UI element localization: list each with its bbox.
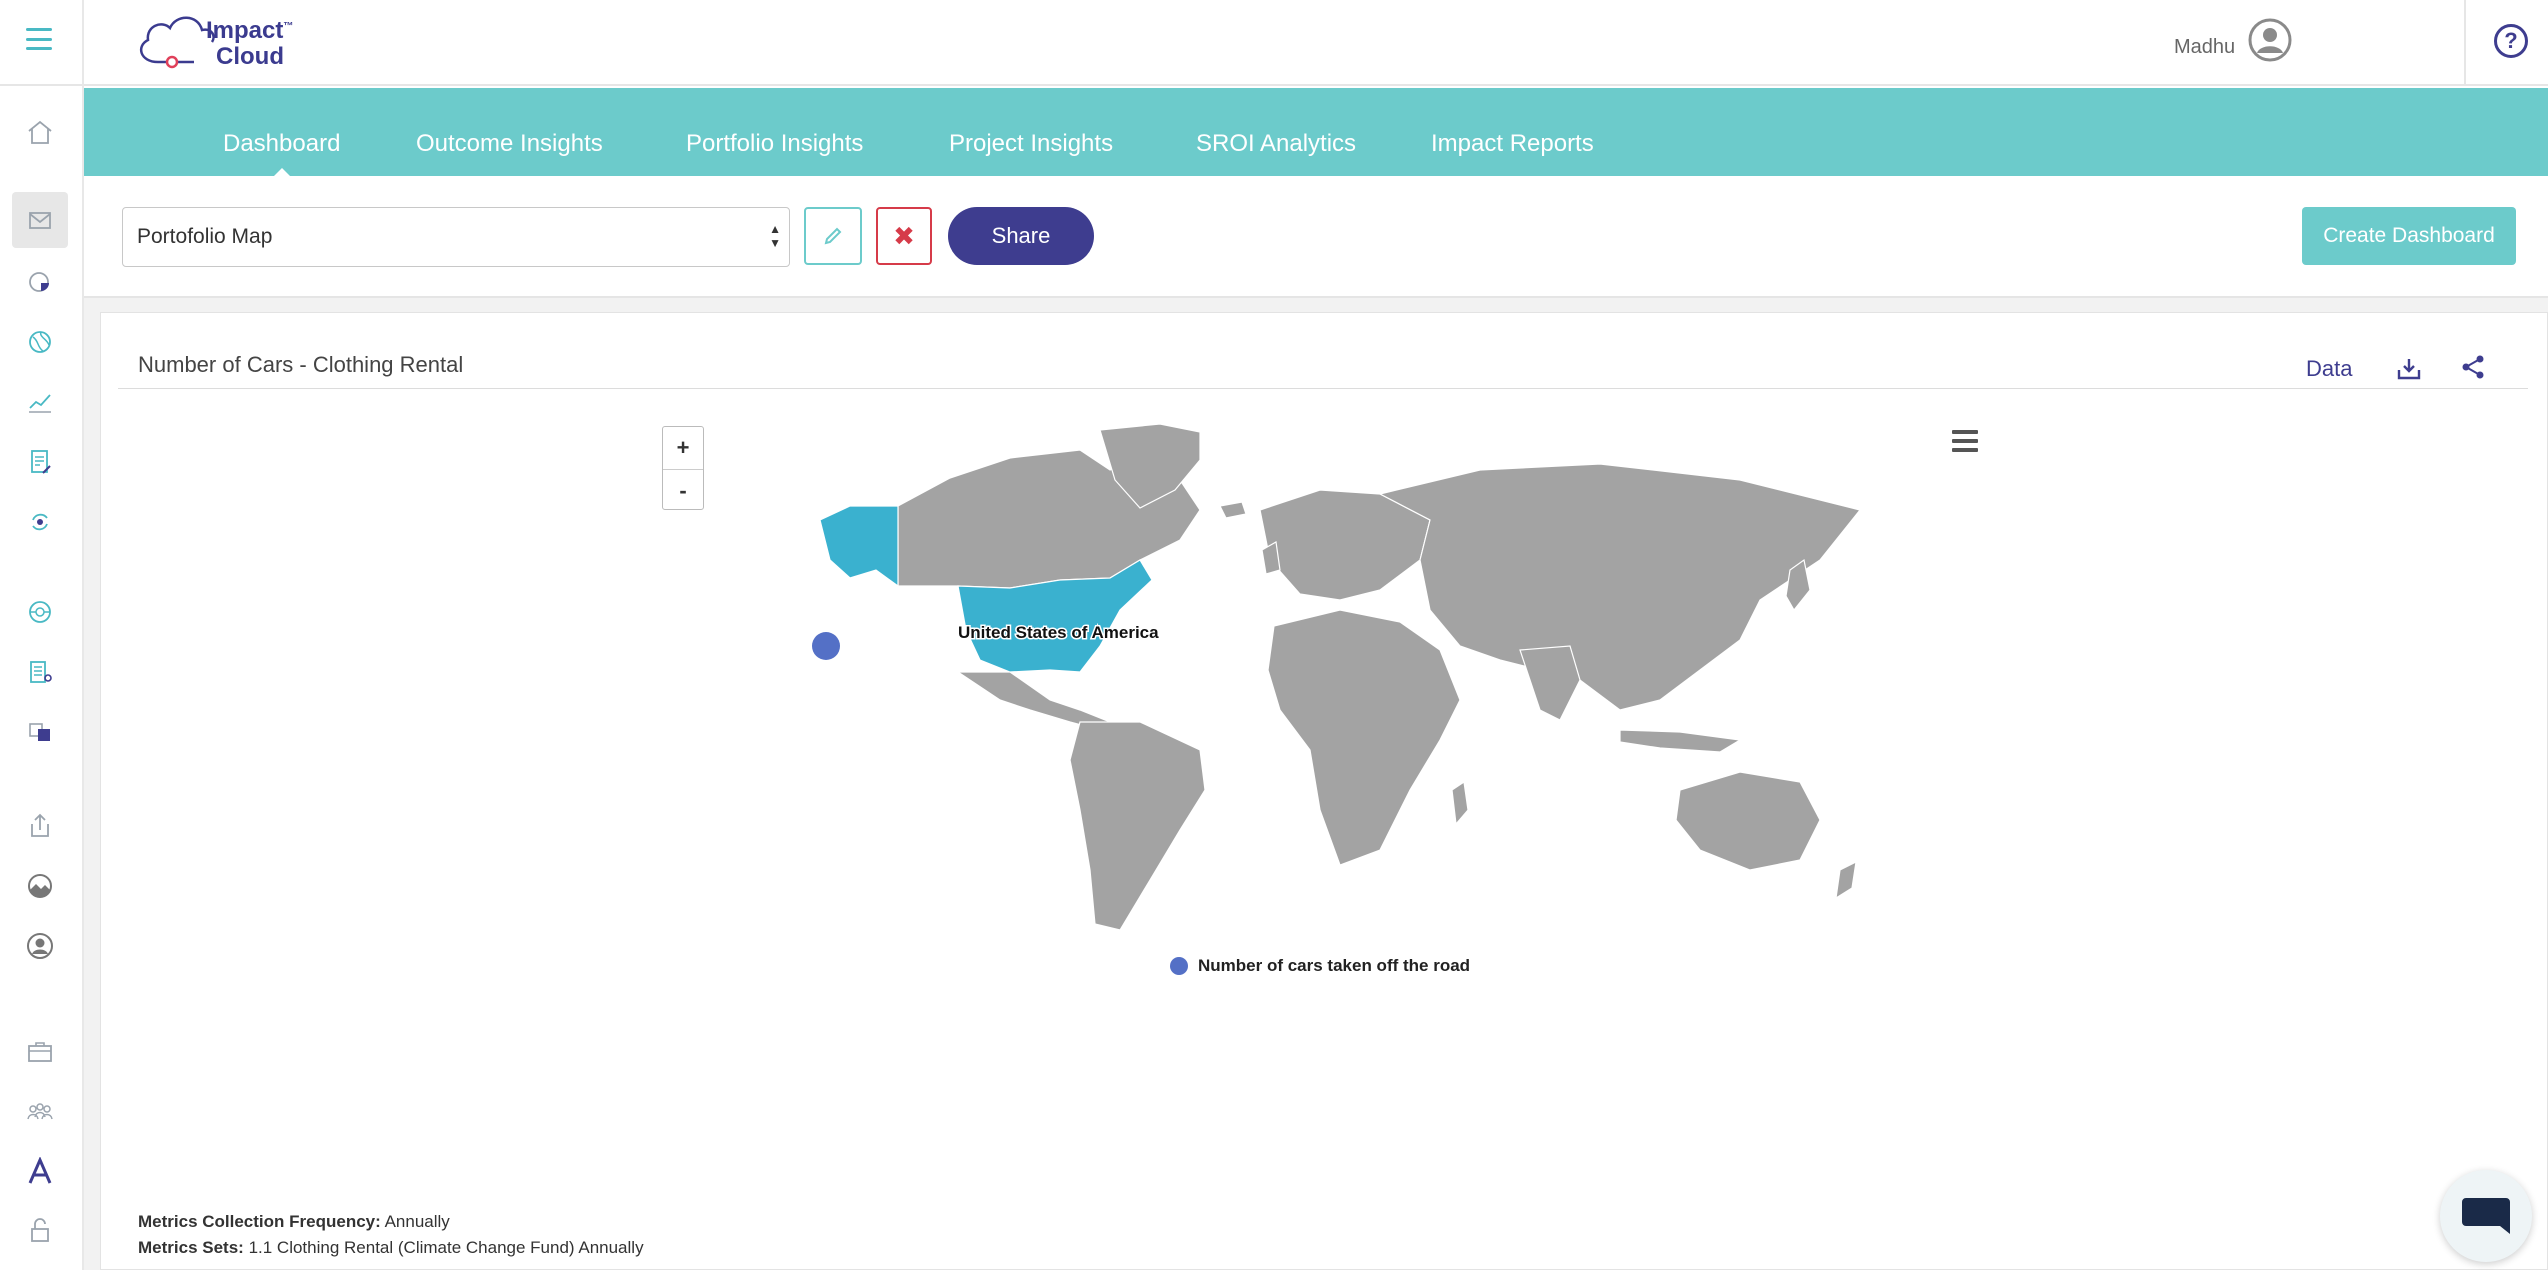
delete-dashboard-button[interactable]: ✖	[876, 207, 932, 265]
map-continent-africa	[1267, 609, 1461, 866]
sidebar	[0, 88, 82, 1270]
chart-menu-icon[interactable]	[1952, 430, 1978, 452]
tab-outcome-insights[interactable]: Outcome Insights	[416, 130, 603, 158]
metrics-sets-label: Metrics Sets:	[138, 1238, 244, 1257]
legend-label: Number of cars taken off the road	[1198, 956, 1471, 975]
tab-sroi-analytics[interactable]: SROI Analytics	[1196, 130, 1356, 158]
lock-icon[interactable]	[12, 1202, 68, 1258]
map-country-usa-alaska	[819, 505, 899, 588]
zoom-in-button[interactable]: +	[663, 427, 703, 469]
download-icon[interactable]	[2396, 356, 2422, 382]
user-circle-icon[interactable]	[12, 918, 68, 974]
metrics-frequency-label: Metrics Collection Frequency:	[138, 1212, 381, 1231]
zoom-out-button[interactable]: -	[663, 469, 703, 511]
legend-marker-icon	[1170, 957, 1188, 975]
map-country-australia	[1675, 771, 1821, 871]
tab-dashboard[interactable]: Dashboard	[223, 130, 340, 178]
map-country-new-zealand	[1835, 860, 1857, 900]
metrics-sets-value: 1.1 Clothing Rental (Climate Change Fund…	[248, 1238, 644, 1257]
upload-icon[interactable]	[12, 798, 68, 854]
map-region-indonesia	[1619, 729, 1742, 753]
user-name[interactable]: Madhu	[2174, 36, 2235, 59]
create-dashboard-button[interactable]: Create Dashboard	[2302, 207, 2516, 265]
pie-chart-icon[interactable]	[12, 254, 68, 310]
home-icon[interactable]	[12, 104, 68, 160]
landscape-icon[interactable]	[12, 858, 68, 914]
chat-support-button[interactable]	[2440, 1170, 2532, 1262]
pencil-icon	[824, 227, 842, 245]
tab-portfolio-insights[interactable]: Portfolio Insights	[686, 130, 863, 158]
tab-impact-reports[interactable]: Impact Reports	[1431, 130, 1594, 158]
font-icon[interactable]	[12, 1144, 68, 1200]
map-country-india	[1519, 645, 1581, 721]
chat-bubble-icon	[2462, 1198, 2510, 1234]
widget-title: Number of Cars - Clothing Rental	[138, 352, 464, 377]
metrics-frequency: Metrics Collection Frequency: Annually	[138, 1212, 450, 1232]
cycle-icon[interactable]	[12, 494, 68, 550]
help-icon[interactable]: ?	[2494, 24, 2528, 58]
help-divider	[2464, 0, 2466, 86]
inbox-icon[interactable]	[12, 192, 68, 248]
map-continent-south-america	[1069, 721, 1206, 931]
top-header	[0, 0, 2548, 86]
hamburger-menu-icon[interactable]	[26, 28, 52, 50]
tab-project-insights[interactable]: Project Insights	[949, 130, 1113, 158]
network-icon[interactable]	[12, 584, 68, 640]
share-button[interactable]: Share	[948, 207, 1094, 265]
map-country-iceland	[1219, 501, 1247, 519]
edit-dashboard-button[interactable]	[804, 207, 862, 265]
dashboard-select[interactable]: Portofolio Map ▲ ▼	[122, 207, 790, 267]
metrics-sets: Metrics Sets: 1.1 Clothing Rental (Clima…	[138, 1238, 644, 1258]
document-icon[interactable]	[12, 644, 68, 700]
map-country-mexico	[956, 671, 1112, 731]
user-avatar-icon[interactable]	[2248, 18, 2292, 62]
share-icon[interactable]	[2460, 354, 2486, 380]
map-marker-dot	[812, 632, 840, 660]
line-chart-icon[interactable]	[12, 374, 68, 430]
main-navbar: Dashboard Outcome Insights Portfolio Ins…	[84, 88, 2548, 178]
world-map: United States of America	[812, 423, 1860, 931]
data-link[interactable]: Data	[2306, 356, 2352, 382]
widget-divider	[118, 388, 2528, 389]
dashboard-select-value: Portofolio Map	[137, 225, 273, 248]
briefcase-icon[interactable]	[12, 1024, 68, 1080]
map-zoom-control: + -	[662, 426, 704, 510]
country-label: United States of America	[958, 623, 1159, 642]
map-legend[interactable]: Number of cars taken off the road	[1170, 956, 1470, 976]
globe-icon[interactable]	[12, 314, 68, 370]
metrics-frequency-value: Annually	[384, 1212, 450, 1231]
map-country-madagascar	[1451, 780, 1469, 826]
report-edit-icon[interactable]	[12, 434, 68, 490]
translate-icon[interactable]	[12, 704, 68, 760]
team-icon[interactable]	[12, 1084, 68, 1140]
logo-text: Impact™ Cloud	[206, 17, 294, 70]
select-arrows-icon: ▲ ▼	[769, 222, 781, 250]
